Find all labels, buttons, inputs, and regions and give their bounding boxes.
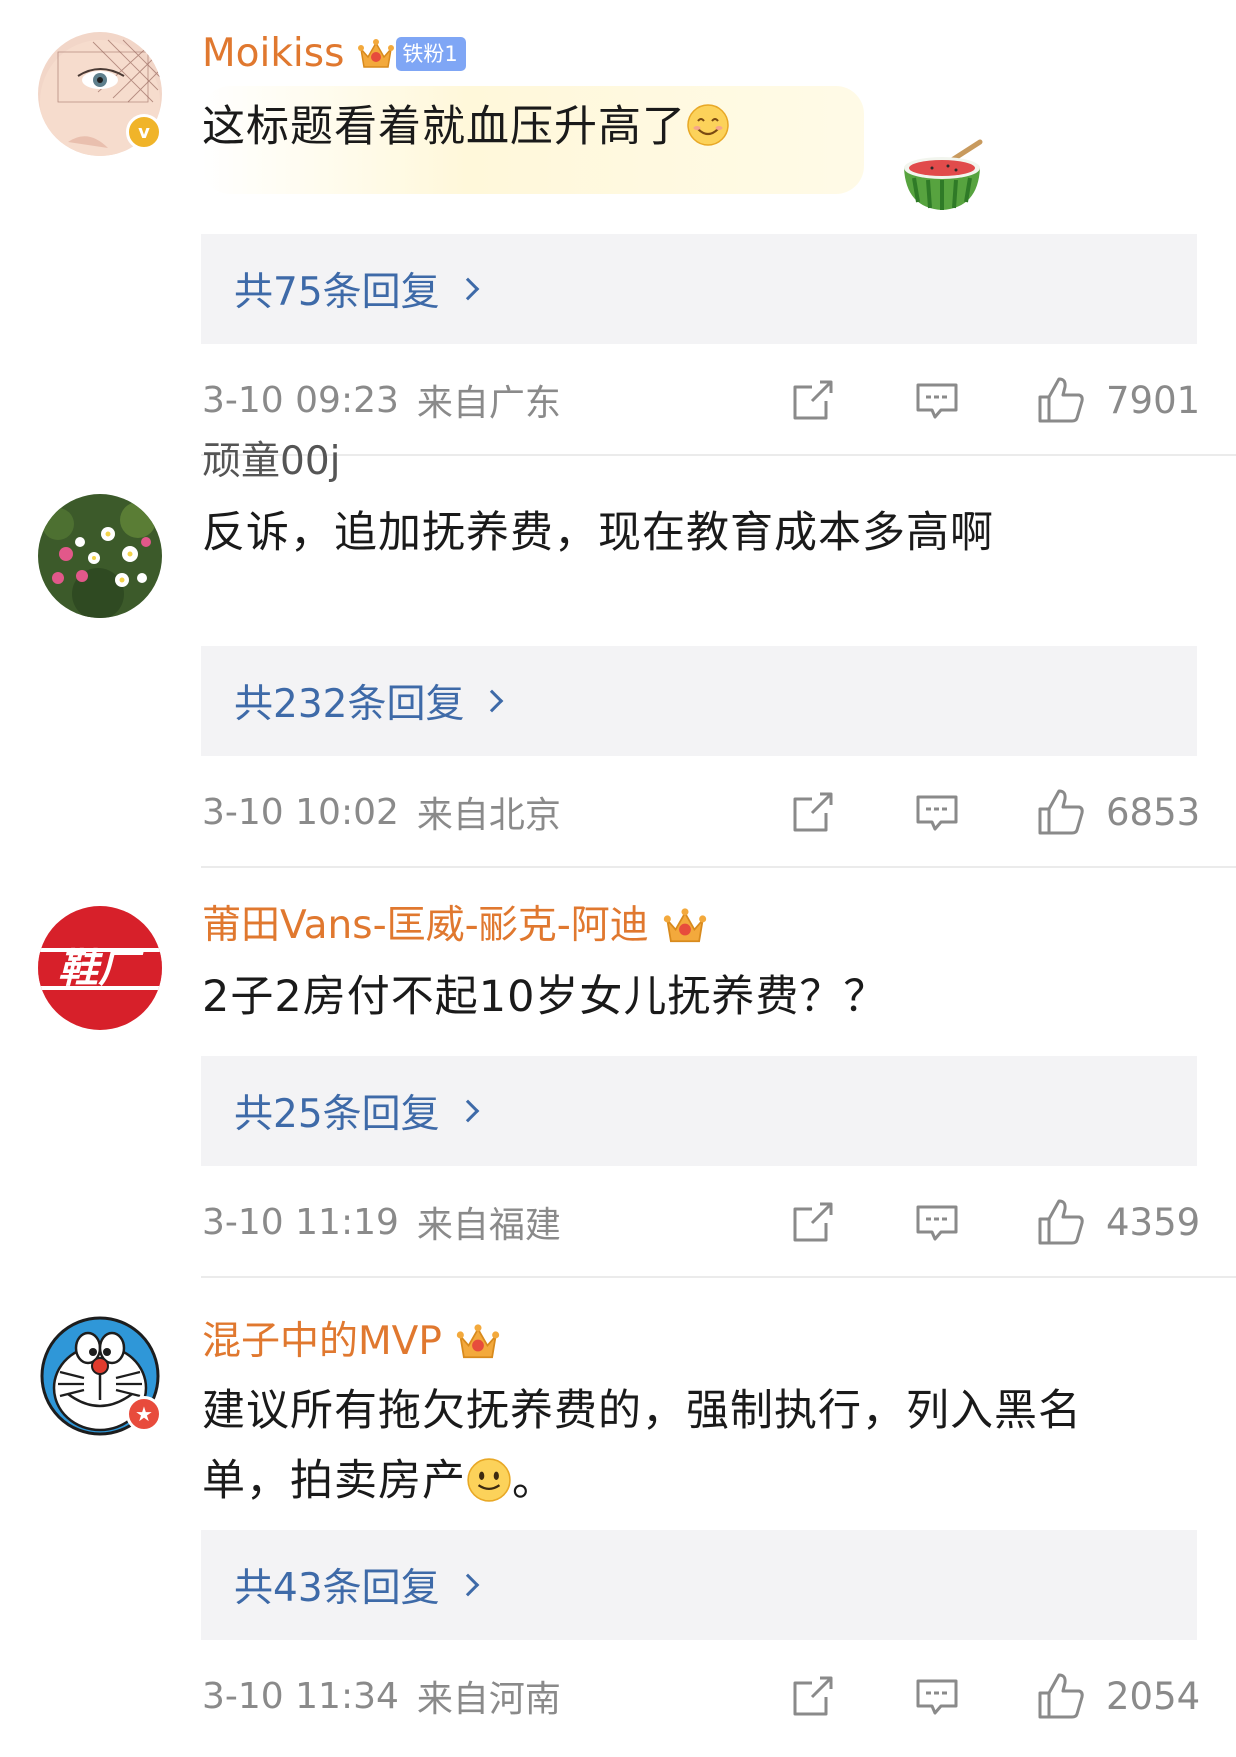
comment-meta: 3-10 11:19 来自福建 4359 (202, 1192, 1200, 1252)
replies-label[interactable]: 共43条回复 (234, 1557, 440, 1613)
comment-text-content: 反诉，追加抚养费，现在教育成本多高啊 (202, 508, 994, 558)
fan-badge: 铁粉1 (396, 37, 466, 71)
view-replies-button[interactable]: 共75条回复 (201, 234, 1197, 344)
comment-text: 建议所有拖欠抚养费的，强制执行，列入黑名 单，拍卖房产 。 (202, 1376, 1202, 1516)
avatar[interactable] (38, 494, 162, 618)
verified-badge-icon: v (126, 114, 162, 150)
username-text[interactable]: 顽童00j (202, 438, 340, 486)
username-text[interactable]: Moikiss (202, 30, 344, 78)
share-icon (793, 1202, 833, 1242)
avatar[interactable]: ★ (38, 1314, 162, 1438)
replies-label[interactable]: 共75条回复 (234, 261, 440, 317)
comment-text: 这标题看着就血压升高了 (202, 92, 1202, 162)
timestamp: 3-10 11:19 (202, 1201, 399, 1243)
comment-text-content: 这标题看着就血压升高了 (202, 102, 686, 152)
view-replies-button[interactable]: 共43条回复 (201, 1530, 1197, 1640)
share-icon (793, 792, 833, 832)
like-count: 7901 (1106, 378, 1201, 422)
thumbs-up-icon (1038, 1673, 1084, 1719)
smile-emoji-icon (687, 104, 729, 146)
crown-icon (663, 908, 706, 943)
timestamp: 3-10 10:02 (202, 791, 399, 833)
watermelon-decoration-icon (904, 139, 983, 210)
location: 来自北京 (416, 795, 561, 836)
comment-text-line1: 建议所有拖欠抚养费的，强制执行，列入黑名 (202, 1386, 1082, 1436)
comment-text: 2子2房付不起10岁女儿抚养费？？ (202, 962, 1202, 1032)
replies-label[interactable]: 共232条回复 (234, 673, 464, 729)
share-button[interactable] (790, 377, 836, 423)
comment-text-content: 2子2房付不起10岁女儿抚养费？？ (202, 972, 888, 1022)
username[interactable]: 莆田Vans-匡威-彨克-阿迪 (202, 902, 707, 950)
replies-label[interactable]: 共25条回复 (234, 1083, 440, 1139)
share-icon (793, 1676, 833, 1716)
username-text[interactable]: 混子中的MVP (202, 1318, 442, 1366)
timestamp: 3-10 11:34 (202, 1675, 399, 1717)
comment-text-line2-end: 。 (512, 1456, 556, 1506)
comment-icon (916, 383, 958, 419)
avatar-logo-text: 鞋厂 (58, 946, 144, 992)
comment-meta: 3-10 10:02 来自北京 6853 (202, 782, 1200, 842)
comment-text-line2: 单，拍卖房产 。 (202, 1446, 1202, 1516)
chevron-right-icon (456, 1099, 479, 1123)
chevron-right-icon (481, 689, 504, 713)
comment-button[interactable] (914, 1199, 960, 1245)
like-count: 4359 (1106, 1200, 1201, 1244)
divider (201, 866, 1236, 868)
view-replies-button[interactable]: 共25条回复 (201, 1056, 1197, 1166)
crown-icon (358, 39, 395, 68)
chevron-right-icon (456, 1573, 479, 1597)
thumbs-up-icon (1038, 1199, 1084, 1245)
shoe-factory-logo-avatar-icon: 鞋厂 (38, 906, 162, 1030)
location: 来自河南 (416, 1679, 561, 1720)
username[interactable]: Moikiss 铁粉1 (202, 30, 466, 78)
avatar[interactable]: 鞋厂 (38, 906, 162, 1030)
comment-icon (916, 795, 958, 831)
comment-icon (916, 1679, 958, 1715)
timestamp: 3-10 09:23 (202, 379, 399, 421)
location: 来自福建 (416, 1205, 561, 1246)
divider (201, 1276, 1236, 1278)
username[interactable]: 混子中的MVP (202, 1318, 500, 1366)
username-text[interactable]: 莆田Vans-匡威-彨克-阿迪 (202, 902, 649, 950)
like-count: 2054 (1106, 1674, 1201, 1718)
avatar[interactable]: v (38, 32, 162, 156)
share-button[interactable] (790, 789, 836, 835)
crown-icon (456, 1324, 500, 1359)
like-button[interactable]: 2054 (1036, 1671, 1200, 1721)
comment-text: 反诉，追加抚养费，现在教育成本多高啊 (202, 498, 1202, 568)
like-button[interactable]: 6853 (1036, 787, 1200, 837)
comment-text-line2-content: 单，拍卖房产 (202, 1456, 466, 1506)
like-count: 6853 (1106, 790, 1201, 834)
flowers-avatar-icon (38, 494, 162, 618)
comment-button[interactable] (914, 377, 960, 423)
share-button[interactable] (790, 1673, 836, 1719)
comment-meta: 3-10 09:23 来自广东 7901 (202, 370, 1200, 430)
comment-button[interactable] (914, 1673, 960, 1719)
comment-meta: 3-10 11:34 来自河南 2054 (202, 1666, 1200, 1726)
share-button[interactable] (790, 1199, 836, 1245)
like-button[interactable]: 4359 (1036, 1197, 1200, 1247)
like-button[interactable]: 7901 (1036, 375, 1200, 425)
comment-button[interactable] (914, 789, 960, 835)
username[interactable]: 顽童00j (202, 438, 340, 486)
thumbs-up-icon (1038, 789, 1084, 835)
divider (201, 454, 1236, 456)
chevron-right-icon (456, 277, 479, 301)
location: 来自广东 (416, 383, 561, 424)
smile-emoji-icon (467, 1458, 511, 1502)
star-badge-icon: ★ (126, 1396, 162, 1432)
thumbs-up-icon (1038, 377, 1084, 423)
view-replies-button[interactable]: 共232条回复 (201, 646, 1197, 756)
comment-icon (916, 1205, 958, 1241)
share-icon (793, 380, 833, 420)
